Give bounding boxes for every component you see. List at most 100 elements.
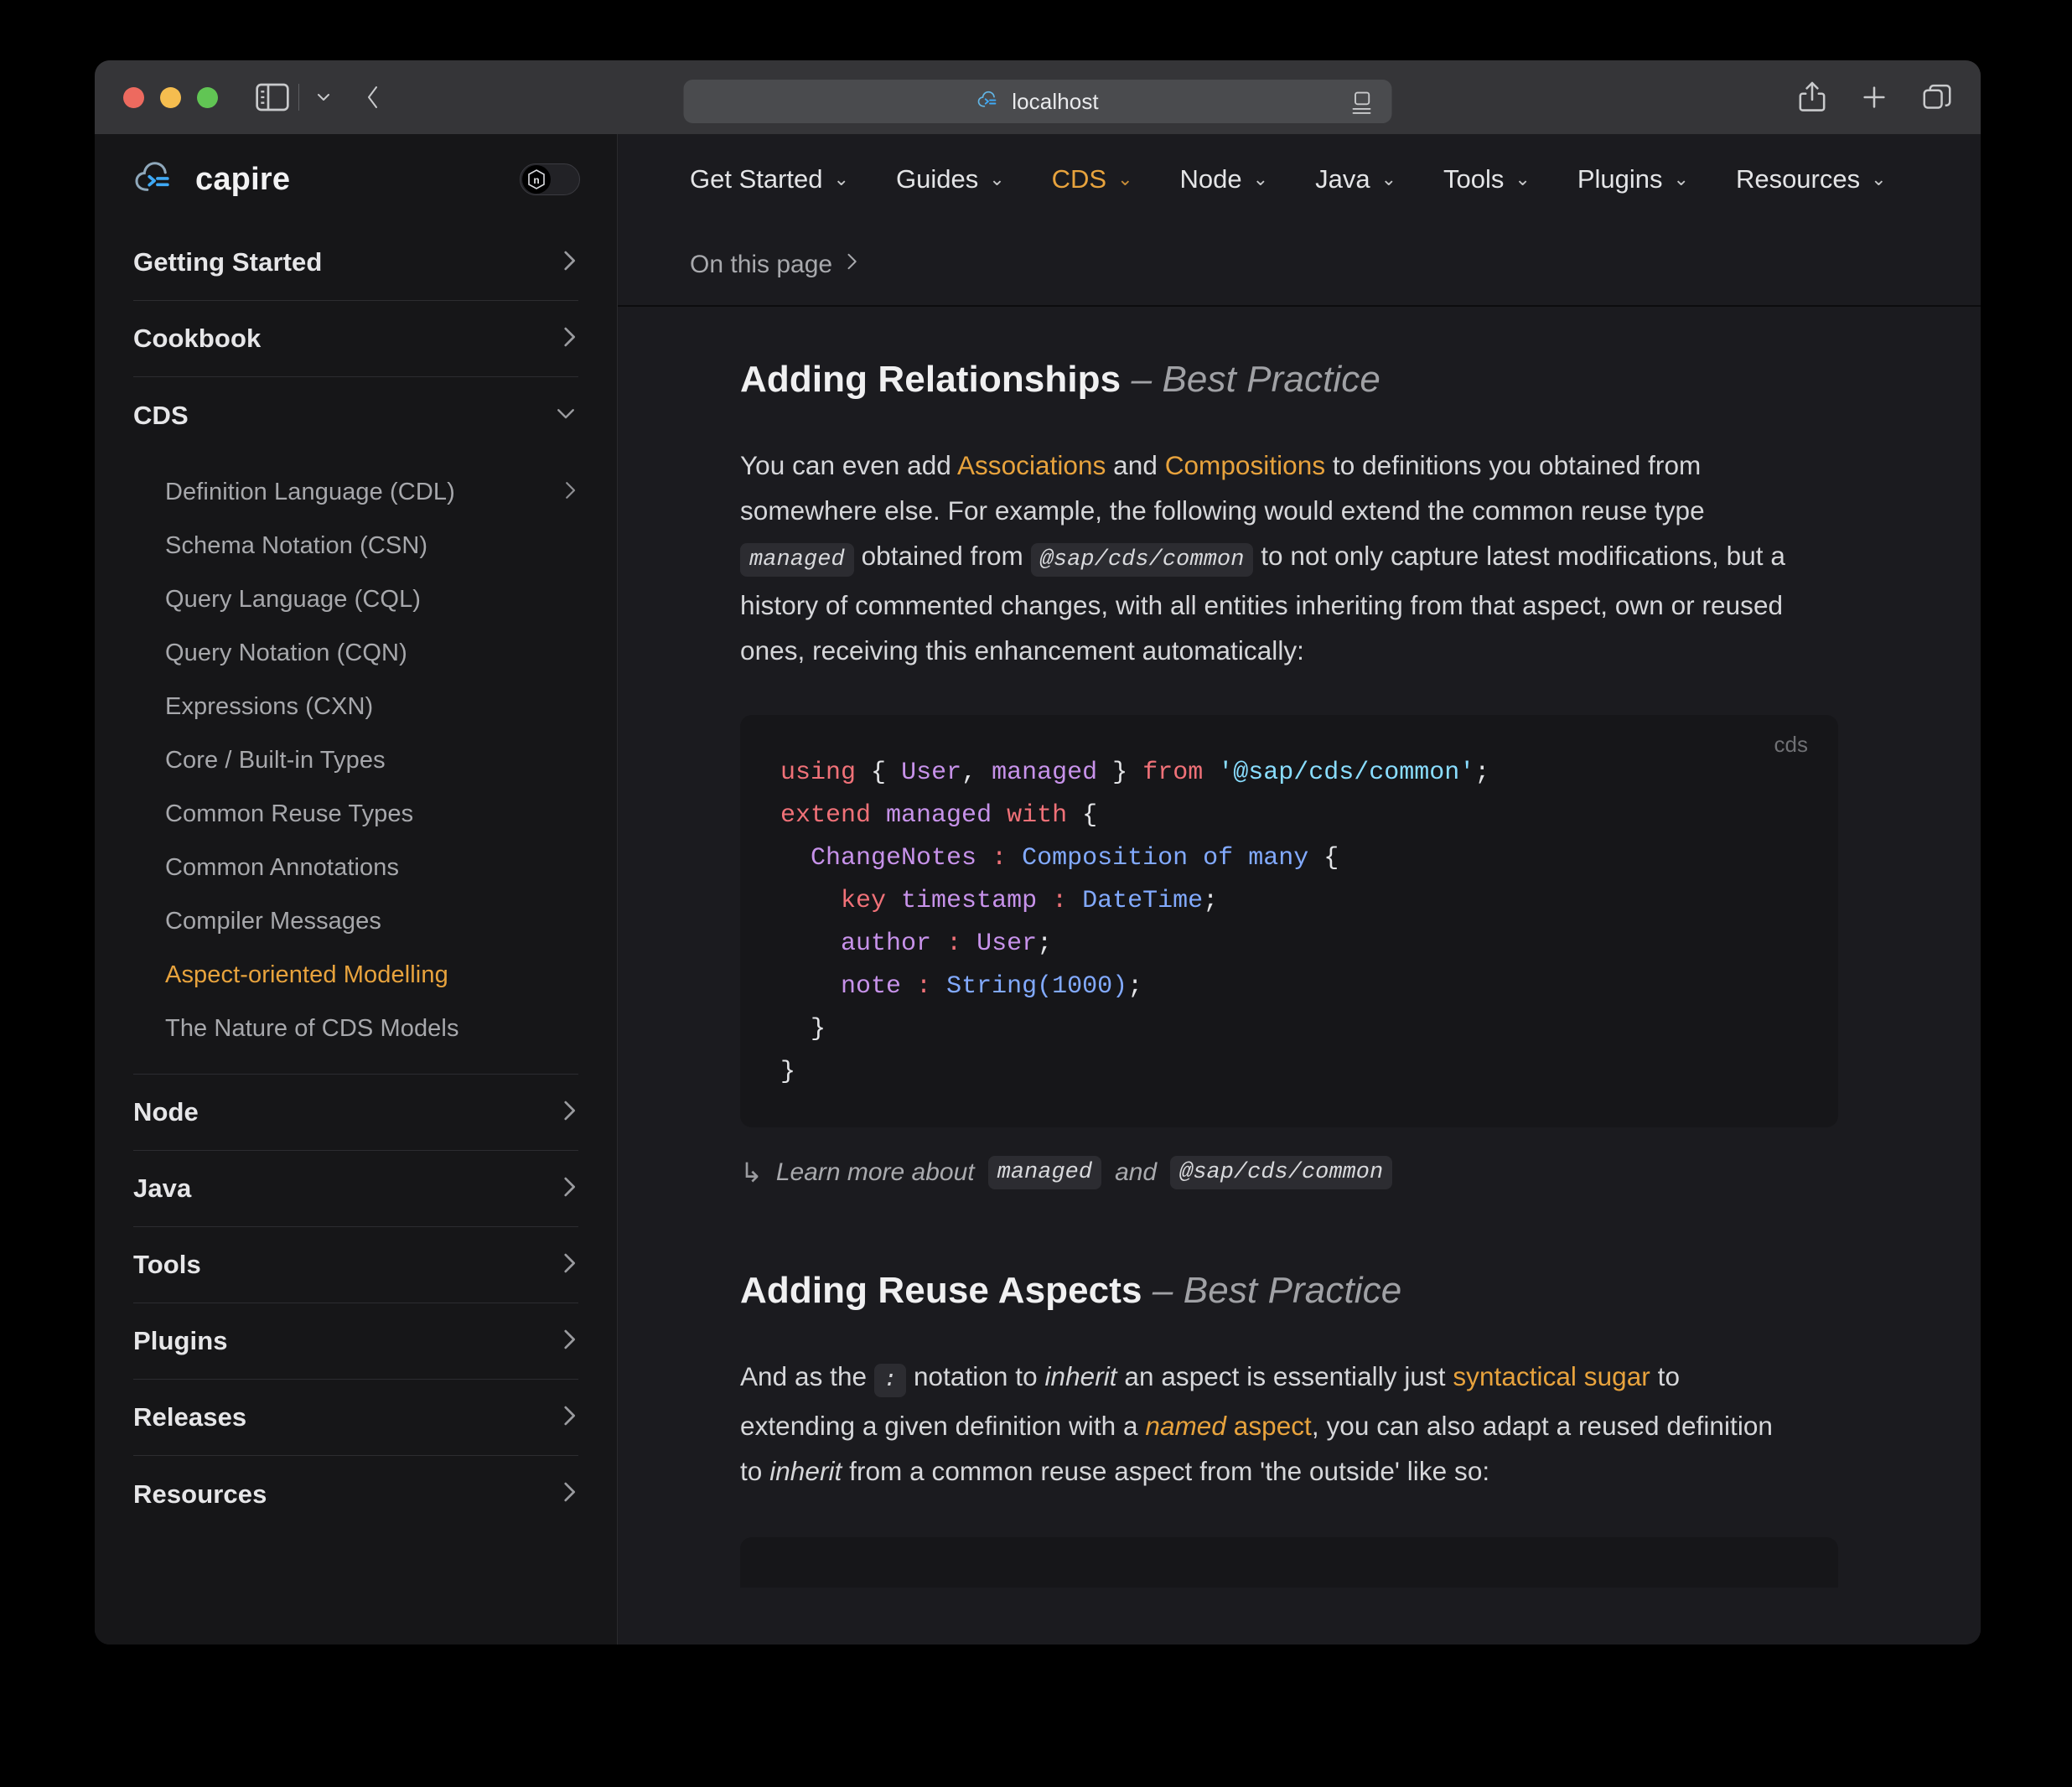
inline-code-managed: managed [740,543,854,577]
chevron-right-icon [560,1249,578,1282]
sidebar-item-label: Schema Notation (CSN) [165,531,428,559]
sidebar-item-cdl[interactable]: Definition Language (CDL) [133,465,578,519]
nav-guides[interactable]: Guides ⌄ [896,164,1005,194]
sidebar-item-cql[interactable]: Query Language (CQL) [133,572,578,626]
back-button[interactable] [356,80,390,115]
sidebar-nav: Getting Started Cookbook CDS Definition … [95,225,617,1532]
sidebar-item-compiler-messages[interactable]: Compiler Messages [133,894,578,948]
sidebar-item-tools[interactable]: Tools [133,1227,578,1303]
chevron-down-icon: ⌄ [1871,168,1887,189]
maximize-window-button[interactable] [197,86,218,108]
nav-tools[interactable]: Tools ⌄ [1443,164,1531,194]
window-controls [123,86,218,108]
heading-subtext: – Best Practice [1152,1270,1402,1311]
document-content: Adding Relationships – Best Practice You… [618,307,1981,1645]
link-compositions[interactable]: Compositions [1165,450,1325,480]
sidebar-item-label: Common Reuse Types [165,800,414,827]
chevron-down-icon [553,403,578,427]
chevron-down-icon: ⌄ [1252,168,1269,189]
close-window-button[interactable] [123,86,144,108]
sidebar-item-cds[interactable]: CDS [133,377,578,453]
text-fragment: obtained from [853,541,1031,571]
sidebar-item-label: Expressions (CXN) [165,692,374,720]
sidebar-item-label: Releases [133,1402,247,1432]
sidebar-item-getting-started[interactable]: Getting Started [133,225,578,301]
sidebar-item-nature-of-cds-models[interactable]: The Nature of CDS Models [133,1002,578,1055]
minimize-window-button[interactable] [160,86,181,108]
sidebar-item-label: CDS [133,400,189,430]
nav-label: Guides [895,164,979,194]
paragraph-adding-relationships: You can even add Associations and Compos… [740,443,1796,673]
link-associations[interactable]: Associations [957,450,1106,480]
sidebar-item-csn[interactable]: Schema Notation (CSN) [133,519,578,572]
tab-overview-icon[interactable] [1922,83,1952,111]
reader-mode-icon[interactable] [1350,91,1374,120]
sidebar-item-label: Cookbook [133,324,262,353]
sidebar-item-core-builtin-types[interactable]: Core / Built-in Types [133,733,578,787]
chevron-right-icon [560,1478,578,1510]
chevron-right-icon [560,246,578,279]
on-this-page-toggle[interactable]: On this page [690,250,859,280]
site-favicon-icon [976,89,1002,115]
chevron-down-icon: ⌄ [989,168,1005,189]
nav-java[interactable]: Java ⌄ [1315,164,1396,194]
heading-text: Adding Reuse Aspects [740,1270,1142,1311]
sidebar-item-common-annotations[interactable]: Common Annotations [133,841,578,894]
sidebar-item-label: Resources [133,1479,267,1509]
chevron-right-icon [560,1401,578,1434]
code-content[interactable]: using { User, managed } from '@sap/cds/c… [780,752,1798,1094]
chevron-down-icon: ⌄ [1117,168,1133,189]
nodejs-badge-icon: n [522,165,551,194]
nav-label: Tools [1443,164,1505,194]
sidebar-item-cqn[interactable]: Query Notation (CQN) [133,626,578,680]
text-fragment: notation to [906,1361,1045,1391]
sidebar-item-aspect-oriented-modelling[interactable]: Aspect-oriented Modelling [133,948,578,1002]
sidebar-item-plugins[interactable]: Plugins [133,1303,578,1380]
emphasis-inherit: inherit [769,1456,842,1486]
address-bar[interactable]: localhost [683,80,1392,123]
link-syntactical-sugar[interactable]: syntactical sugar [1453,1361,1650,1391]
sidebar-item-resources[interactable]: Resources [133,1456,578,1532]
sidebar-item-cxn[interactable]: Expressions (CXN) [133,680,578,733]
text-fragment: You can even add [740,450,957,480]
chevron-down-icon[interactable] [313,80,334,114]
svg-text:n: n [533,174,539,186]
runtime-toggle[interactable]: n [520,163,580,195]
nav-get-started[interactable]: Get Started ⌄ [690,164,849,194]
nav-label: Node [1179,164,1242,194]
paragraph-adding-reuse-aspects: And as the : notation to inherit an aspe… [740,1354,1796,1494]
sidebar-item-label: Java [133,1173,192,1203]
sidebar-item-cookbook[interactable]: Cookbook [133,301,578,377]
address-bar-text: localhost [1012,88,1099,114]
inline-code-managed[interactable]: managed [987,1156,1102,1189]
sidebar-item-node[interactable]: Node [133,1075,578,1151]
on-this-page-bar: On this page [618,225,1981,307]
chevron-right-icon [560,1173,578,1205]
chevron-down-icon: ⌄ [1380,168,1396,189]
link-named-aspect[interactable]: named aspect [1145,1411,1312,1441]
sidebar-item-label: Tools [133,1250,201,1279]
emphasis-inherit: inherit [1044,1361,1117,1391]
sidebar-item-common-reuse-types[interactable]: Common Reuse Types [133,787,578,841]
nav-plugins[interactable]: Plugins ⌄ [1577,164,1689,194]
heading-subtext: – Best Practice [1131,359,1380,400]
nav-node[interactable]: Node ⌄ [1180,164,1269,194]
sidebar-toggle-icon[interactable] [255,80,290,115]
brand-header: capire n [95,134,617,225]
toolbar-divider [298,84,299,111]
nav-label: Plugins [1577,164,1663,194]
chevron-down-icon: ⌄ [1515,168,1531,189]
sidebar-item-label: Aspect-oriented Modelling [165,961,448,988]
sidebar-item-releases[interactable]: Releases [133,1380,578,1456]
share-icon[interactable] [1798,80,1826,114]
new-tab-icon[interactable] [1860,83,1888,111]
nav-cds[interactable]: CDS ⌄ [1052,164,1133,194]
inline-code-sap-cds-common[interactable]: @sap/cds/common [1170,1156,1393,1189]
chevron-right-icon [562,478,578,507]
arrow-corner-icon: ↳ [740,1158,763,1188]
code-block-next-clipped [740,1537,1838,1588]
sidebar-item-java[interactable]: Java [133,1151,578,1227]
browser-titlebar: localhost [95,60,1981,134]
nav-resources[interactable]: Resources ⌄ [1736,164,1887,194]
